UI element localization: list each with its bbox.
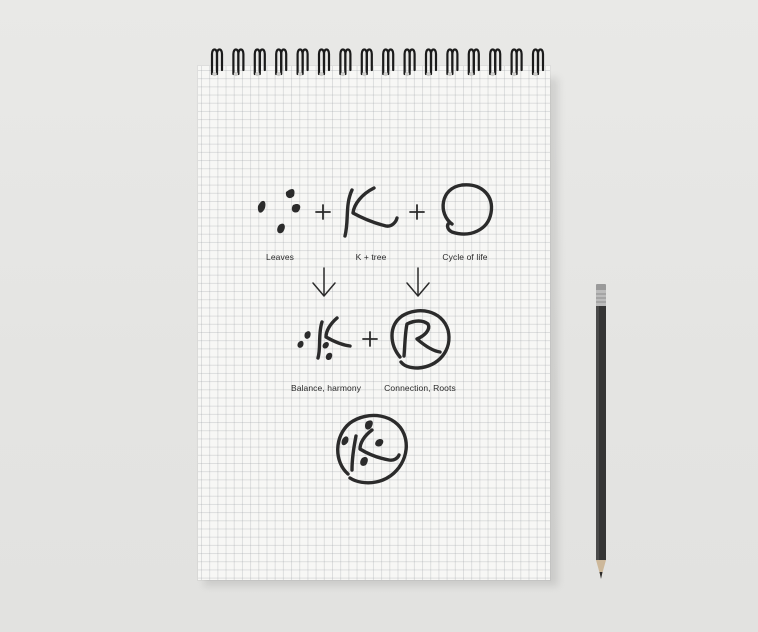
cycle-of-life-symbol xyxy=(441,183,494,236)
plus-sign-2 xyxy=(409,204,425,220)
down-arrow-icon xyxy=(312,267,336,297)
plus-sign-1 xyxy=(315,204,331,220)
caption-k-tree: K + tree xyxy=(355,252,387,262)
plus-sign-3 xyxy=(362,331,378,347)
logo-concept-diagram xyxy=(257,183,494,485)
caption-cycle-of-life: Cycle of life xyxy=(442,252,488,262)
connection-roots-symbol xyxy=(390,309,451,370)
caption-balance-harmony: Balance, harmony xyxy=(290,383,362,393)
balance-harmony-symbol xyxy=(316,316,352,360)
leaves-symbol xyxy=(257,188,301,234)
k-tree-symbol xyxy=(343,186,399,238)
caption-connection-roots: Connection, Roots xyxy=(384,383,456,393)
caption-leaves: Leaves xyxy=(265,252,295,262)
pencil xyxy=(596,284,606,579)
down-arrow-icon xyxy=(406,267,430,297)
